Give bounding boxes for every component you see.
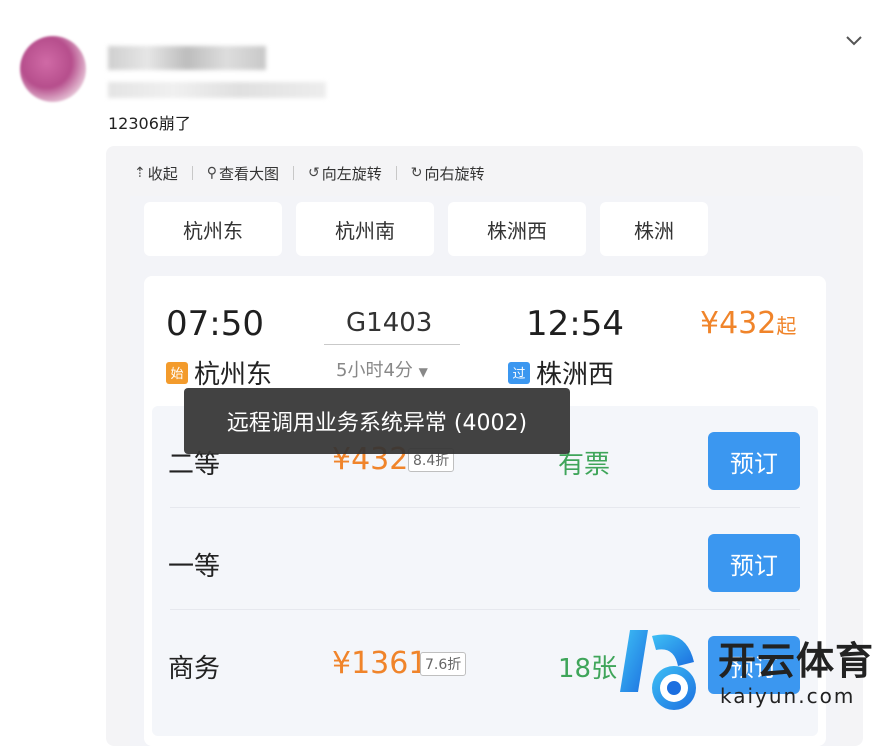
rotate-right-label: 向右旋转: [424, 164, 485, 183]
brand-domain: kaiyun.com: [720, 684, 856, 708]
rotate-right-button[interactable]: ↻ 向右旋转: [411, 163, 485, 184]
departure-station-name: 杭州东: [194, 360, 273, 390]
view-large-button[interactable]: ⚲ 查看大图: [207, 163, 279, 184]
book-button[interactable]: 预订: [708, 432, 800, 490]
image-toolbar: ⇡ 收起 ⚲ 查看大图 ↺ 向左旋转 ↻ 向右旋转: [134, 162, 485, 184]
seat-price: ¥1361: [332, 646, 428, 681]
seat-class: 一等: [168, 552, 221, 582]
train-number: G1403: [346, 308, 433, 338]
duration-text: 5小时4分: [336, 360, 413, 381]
rotate-left-icon: ↺: [308, 165, 320, 181]
error-toast: 远程调用业务系统异常 (4002): [184, 388, 570, 454]
post-text: 12306崩了: [108, 114, 191, 133]
seat-class: 商务: [168, 654, 221, 684]
post-meta-blurred: [108, 82, 326, 98]
station-filter-row: 杭州东 杭州南 株洲西 株洲: [144, 202, 708, 256]
caret-down-icon: ▼: [418, 365, 428, 379]
station-chip[interactable]: 株洲西: [448, 202, 586, 256]
pass-station-badge: 过: [508, 361, 530, 384]
chevron-down-icon[interactable]: [844, 30, 864, 50]
station-chip[interactable]: 株洲: [600, 202, 708, 256]
departure-station: 始 杭州东: [166, 354, 272, 391]
duration-toggle[interactable]: 5小时4分 ▼: [336, 356, 428, 382]
train-divider: [324, 344, 460, 345]
magnifier-icon: ⚲: [206, 165, 218, 181]
arrival-station: 过 株洲西: [508, 354, 614, 391]
username-blurred[interactable]: [108, 46, 266, 70]
toolbar-divider: [293, 166, 295, 180]
arrival-time: 12:54: [526, 304, 624, 344]
arrival-station-name: 株洲西: [536, 360, 615, 390]
seat-row: 一等 预订: [152, 508, 818, 610]
upload-arrow-icon: ⇡: [134, 165, 146, 181]
rotate-left-label: 向左旋转: [321, 164, 382, 183]
book-button[interactable]: 预订: [708, 534, 800, 592]
rotate-right-icon: ↻: [410, 165, 423, 181]
discount-badge: 7.6折: [420, 652, 467, 676]
brand-watermark: 开云体育 kaiyun.com: [608, 622, 878, 722]
toolbar-divider: [395, 166, 397, 180]
user-avatar[interactable]: [20, 36, 86, 102]
view-large-label: 查看大图: [219, 164, 280, 183]
rotate-left-button[interactable]: ↺ 向左旋转: [308, 163, 382, 184]
toolbar-divider: [191, 166, 193, 180]
departure-time: 07:50: [166, 304, 264, 344]
station-chip[interactable]: 杭州南: [296, 202, 434, 256]
collapse-button[interactable]: ⇡ 收起: [134, 163, 178, 184]
price-from-value: ¥432: [700, 306, 777, 341]
collapse-label: 收起: [147, 164, 178, 183]
start-station-badge: 始: [166, 361, 188, 384]
price-from-suffix: 起: [776, 314, 797, 338]
price-from: ¥432起: [700, 306, 796, 341]
brand-name: 开云体育: [718, 639, 875, 683]
brand-logo: [620, 630, 696, 710]
station-chip[interactable]: 杭州东: [144, 202, 282, 256]
